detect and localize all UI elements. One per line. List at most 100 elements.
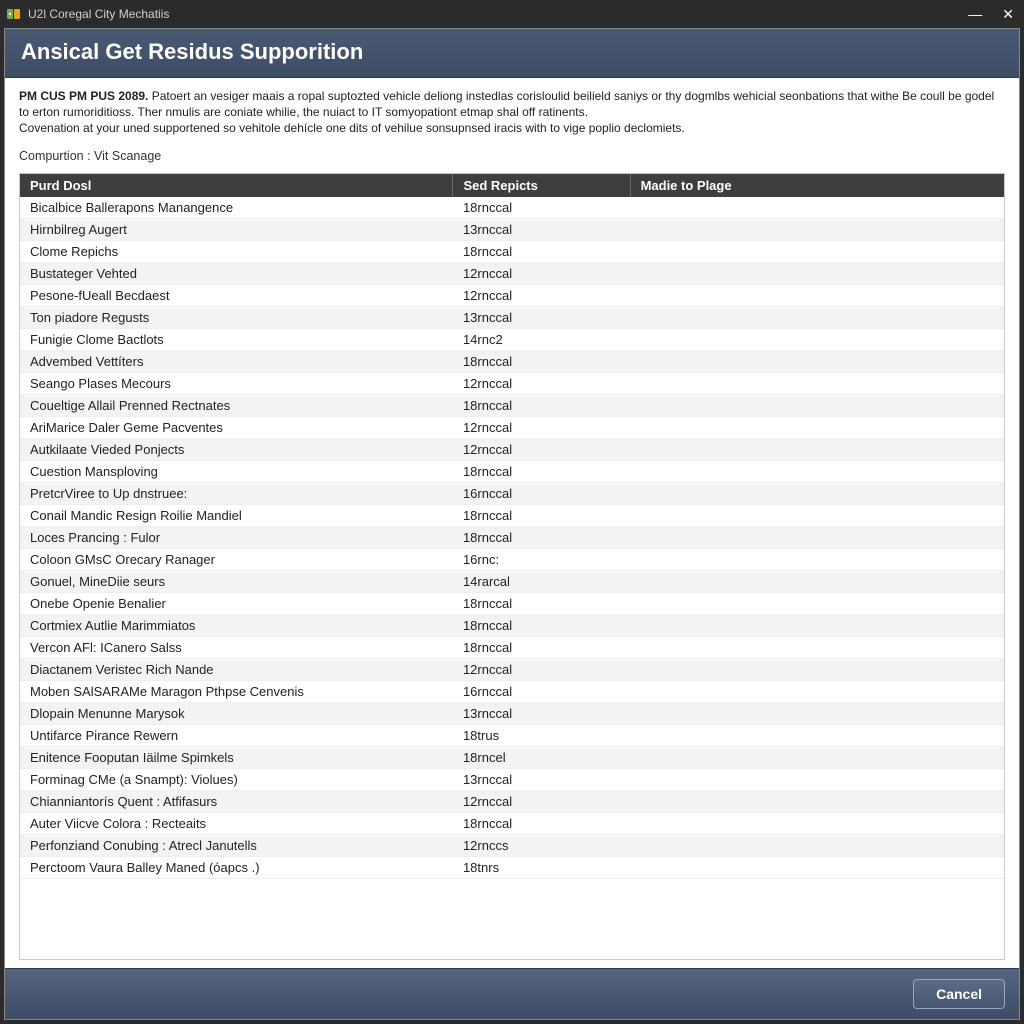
- minimize-button[interactable]: —: [964, 6, 986, 23]
- table-cell: [630, 548, 1004, 570]
- table-cell: [630, 724, 1004, 746]
- window-body: Ansical Get Residus Supporition PM CUS P…: [4, 28, 1020, 1020]
- table-row[interactable]: Ton piadore Regusts13rnccal: [20, 306, 1004, 328]
- table-cell: [630, 328, 1004, 350]
- table-row[interactable]: Perctoom Vaura Balley Maned (óapcs .)18t…: [20, 856, 1004, 878]
- table-cell: 12rnccal: [453, 790, 630, 812]
- col-header-3[interactable]: Madie to Plage: [630, 174, 1004, 197]
- table-row[interactable]: Chianniantorís Quent : Atfifasurs12rncca…: [20, 790, 1004, 812]
- table-cell: 13rnccal: [453, 306, 630, 328]
- table-cell: 14rarcal: [453, 570, 630, 592]
- table-cell: Bicalbice Ballerapons Manangence: [20, 197, 453, 219]
- table-cell: Ton piadore Regusts: [20, 306, 453, 328]
- table-row[interactable]: Funigie Clome Bactlots14rnc2: [20, 328, 1004, 350]
- table-cell: Funigie Clome Bactlots: [20, 328, 453, 350]
- table-cell: Auter Viicve Colora : Recteaits: [20, 812, 453, 834]
- table-cell: [630, 262, 1004, 284]
- table-cell: Conail Mandic Resign Roilie Mandiel: [20, 504, 453, 526]
- table-row[interactable]: Onebe Openie Benalier18rnccal: [20, 592, 1004, 614]
- table-cell: Autkilaate Vieded Ponjects: [20, 438, 453, 460]
- table-cell: 18rnccal: [453, 526, 630, 548]
- table-cell: [630, 790, 1004, 812]
- col-header-1[interactable]: Purd Dosl: [20, 174, 453, 197]
- table-cell: Clome Repichs: [20, 240, 453, 262]
- table-cell: [630, 284, 1004, 306]
- intro-bold: PM CUS PM PUS 2089.: [19, 89, 148, 103]
- table-cell: 12rnccal: [453, 438, 630, 460]
- table-cell: Diactanem Veristec Rich Nande: [20, 658, 453, 680]
- cancel-button[interactable]: Cancel: [913, 979, 1005, 1009]
- table-row[interactable]: Untifarce Pirance Rewern18trus: [20, 724, 1004, 746]
- table-row[interactable]: Advembed Vettíters18rnccal: [20, 350, 1004, 372]
- table-cell: PretcrViree to Up dnstruee:: [20, 482, 453, 504]
- table-cell: [630, 218, 1004, 240]
- table-cell: [630, 768, 1004, 790]
- table-cell: [630, 636, 1004, 658]
- table-row[interactable]: Perfonziand Conubing : Atrecl Janutells1…: [20, 834, 1004, 856]
- table-cell: Coloon GMsC Orecary Ranager: [20, 548, 453, 570]
- table-cell: 12rnccal: [453, 284, 630, 306]
- compaction-label: Compurtion :: [19, 149, 91, 163]
- table-cell: 18rnccal: [453, 350, 630, 372]
- table-row[interactable]: Bustateger Vehted12rnccal: [20, 262, 1004, 284]
- table-row[interactable]: Dlopain Menunne Marysok13rnccal: [20, 702, 1004, 724]
- table-row[interactable]: Autkilaate Vieded Ponjects12rnccal: [20, 438, 1004, 460]
- table-cell: 16rnccal: [453, 482, 630, 504]
- table-row[interactable]: Bicalbice Ballerapons Manangence18rnccal: [20, 197, 1004, 219]
- table-row[interactable]: Pesone-fUeall Becdaest12rnccal: [20, 284, 1004, 306]
- table-cell: 13rnccal: [453, 218, 630, 240]
- table-row[interactable]: Vercon AFl: ICanero Salss18rnccal: [20, 636, 1004, 658]
- window-title: U2l Coregal City Mechatiis: [28, 7, 964, 21]
- table-cell: [630, 746, 1004, 768]
- table-cell: [630, 570, 1004, 592]
- table-cell: Forminag CMe (a Snampt): Violues): [20, 768, 453, 790]
- table-body: Bicalbice Ballerapons Manangence18rnccal…: [20, 197, 1004, 879]
- table-container[interactable]: Purd Dosl Sed Repicts Madie to Plage Bic…: [19, 173, 1005, 960]
- titlebar: U2l Coregal City Mechatiis — ✕: [0, 0, 1024, 28]
- table-row[interactable]: Coueltige Allail Prenned Rectnates18rncc…: [20, 394, 1004, 416]
- table-row[interactable]: Clome Repichs18rnccal: [20, 240, 1004, 262]
- table-cell: 16rnc:: [453, 548, 630, 570]
- table-cell: 18rnccal: [453, 240, 630, 262]
- table-cell: 18rnccal: [453, 592, 630, 614]
- table-row[interactable]: Hirnbilreg Augert13rnccal: [20, 218, 1004, 240]
- table-cell: 18rncel: [453, 746, 630, 768]
- dialog-content: PM CUS PM PUS 2089. Patoert an vesiger m…: [5, 78, 1019, 968]
- col-header-2[interactable]: Sed Repicts: [453, 174, 630, 197]
- table-cell: 13rnccal: [453, 768, 630, 790]
- table-cell: [630, 438, 1004, 460]
- table-cell: 12rnccal: [453, 658, 630, 680]
- table-row[interactable]: Loces Prancing : Fulor18rnccal: [20, 526, 1004, 548]
- dialog-footer: Cancel: [5, 968, 1019, 1019]
- close-button[interactable]: ✕: [998, 6, 1018, 23]
- table-cell: [630, 306, 1004, 328]
- table-cell: 12rnccal: [453, 416, 630, 438]
- table-cell: [630, 240, 1004, 262]
- table-row[interactable]: Conail Mandic Resign Roilie Mandiel18rnc…: [20, 504, 1004, 526]
- table-row[interactable]: Enitence Fooputan Iäilme Spimkels18rncel: [20, 746, 1004, 768]
- table-row[interactable]: Gonuel, MineDiie seurs14rarcal: [20, 570, 1004, 592]
- table-cell: [630, 680, 1004, 702]
- results-table: Purd Dosl Sed Repicts Madie to Plage Bic…: [20, 174, 1004, 879]
- table-cell: 18rnccal: [453, 812, 630, 834]
- table-row[interactable]: AriMarice Daler Geme Pacventes12rnccal: [20, 416, 1004, 438]
- table-cell: 18rnccal: [453, 394, 630, 416]
- table-row[interactable]: Seango Plases Mecours12rnccal: [20, 372, 1004, 394]
- table-row[interactable]: Cortmiex Autlie Marimmiatos18rnccal: [20, 614, 1004, 636]
- table-row[interactable]: PretcrViree to Up dnstruee:16rnccal: [20, 482, 1004, 504]
- table-cell: [630, 350, 1004, 372]
- table-cell: [630, 416, 1004, 438]
- table-row[interactable]: Moben SAlSARAMe Maragon Pthpse Cenvenis1…: [20, 680, 1004, 702]
- table-row[interactable]: Auter Viicve Colora : Recteaits18rnccal: [20, 812, 1004, 834]
- table-row[interactable]: Cuestion Mansploving18rnccal: [20, 460, 1004, 482]
- table-cell: [630, 526, 1004, 548]
- table-row[interactable]: Forminag CMe (a Snampt): Violues)13rncca…: [20, 768, 1004, 790]
- intro-line2: Covenation at your uned supportened so v…: [19, 121, 685, 135]
- table-row[interactable]: Coloon GMsC Orecary Ranager16rnc:: [20, 548, 1004, 570]
- table-row[interactable]: Diactanem Veristec Rich Nande12rnccal: [20, 658, 1004, 680]
- table-cell: [630, 372, 1004, 394]
- dialog-header: Ansical Get Residus Supporition: [5, 29, 1019, 78]
- table-cell: [630, 614, 1004, 636]
- table-cell: [630, 856, 1004, 878]
- app-icon: [6, 6, 22, 22]
